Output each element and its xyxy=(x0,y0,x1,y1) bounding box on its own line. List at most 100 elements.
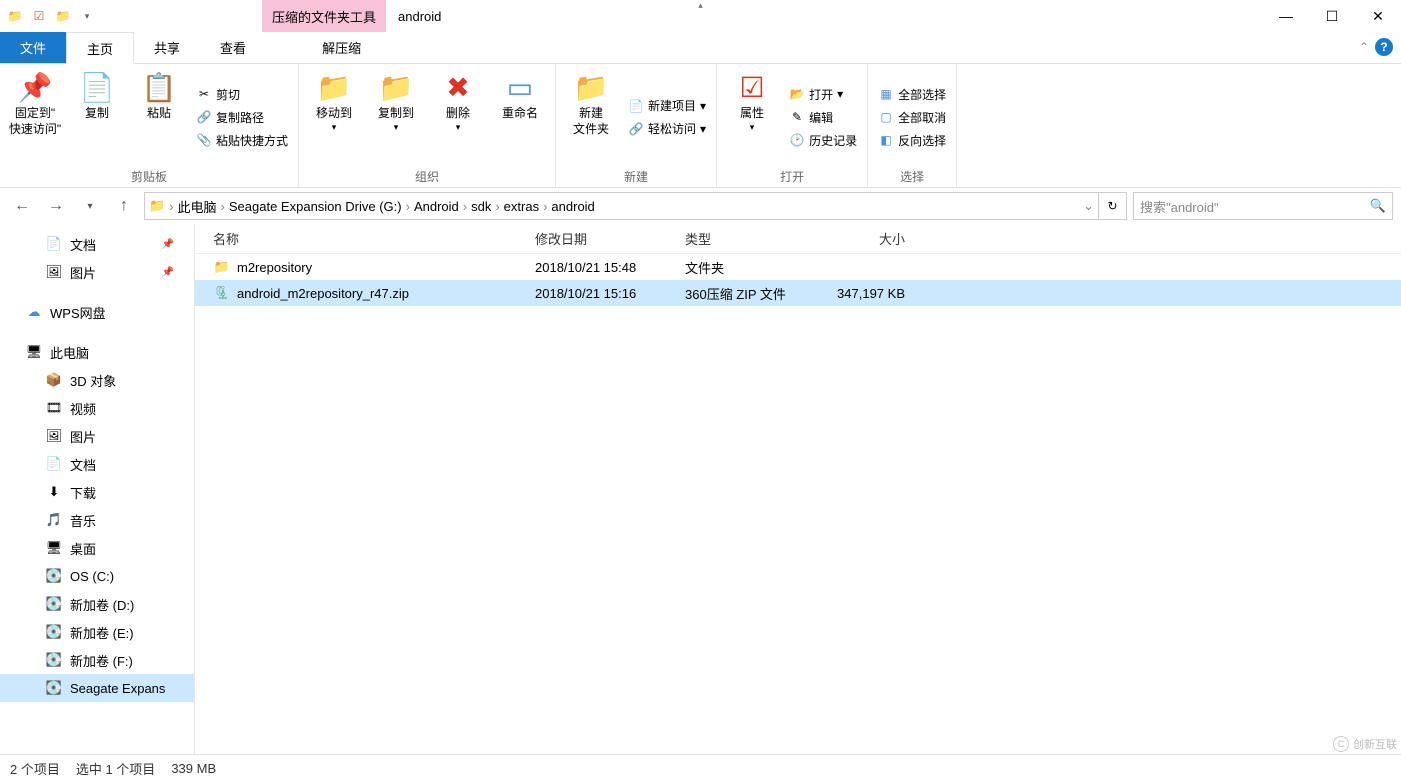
maximize-button[interactable]: ☐ xyxy=(1309,0,1355,32)
sidebar-item-documents[interactable]: 📄文档📌 xyxy=(0,230,194,258)
newfolder-icon: 📁 xyxy=(574,70,609,106)
crumb-extras[interactable]: extras› xyxy=(504,199,548,214)
shortcut-icon: 📎 xyxy=(196,132,212,148)
tab-home[interactable]: 主页 xyxy=(66,32,134,64)
qat-folder[interactable]: 📁 xyxy=(52,5,74,27)
history-button[interactable]: 🕑历史记录 xyxy=(785,130,861,151)
newitem-button[interactable]: 📄新建项目 ▾ xyxy=(624,95,710,116)
col-name[interactable]: 名称▴ xyxy=(195,229,525,248)
address-bar[interactable]: 📁 › 此电脑› Seagate Expansion Drive (G:)› A… xyxy=(144,192,1099,220)
edit-icon: ✎ xyxy=(789,109,805,125)
clipboard-group-label: 剪贴板 xyxy=(6,166,292,185)
copy-label: 复制 xyxy=(85,106,109,122)
address-dropdown[interactable]: ⌄ xyxy=(1083,198,1094,214)
tab-extract[interactable]: 解压缩 xyxy=(286,32,397,63)
open-button[interactable]: 📂打开 ▾ xyxy=(785,84,861,105)
pin-icon: 📌 xyxy=(162,239,174,250)
help-icon[interactable]: ? xyxy=(1375,38,1393,56)
sidebar-item[interactable]: 🖼图片 xyxy=(0,422,194,450)
crumb-current[interactable]: android xyxy=(551,199,594,214)
copyto-button[interactable]: 📁复制到▾ xyxy=(367,68,425,133)
easyaccess-icon: 🔗 xyxy=(628,121,644,137)
column-headers: 名称▴ 修改日期 类型 大小 xyxy=(195,224,1401,254)
titlebar: 📁 ☑ 📁 ▾ 压缩的文件夹工具 android — ☐ ✕ xyxy=(0,0,1401,32)
copy-button[interactable]: 📄 复制 xyxy=(68,68,126,122)
up-button[interactable]: ↑ xyxy=(110,192,138,220)
tab-view[interactable]: 查看 xyxy=(200,32,266,63)
pc-icon: 🖥 xyxy=(26,344,42,360)
back-button[interactable]: ← xyxy=(8,192,36,220)
copy-icon: 📄 xyxy=(80,70,115,106)
sidebar-item[interactable]: ⬇下载 xyxy=(0,478,194,506)
invert-icon: ◧ xyxy=(878,132,894,148)
cut-button[interactable]: ✂剪切 xyxy=(192,84,292,105)
ribbon-collapse-icon[interactable]: ⌃ xyxy=(1359,40,1369,54)
sidebar-item-pictures[interactable]: 🖼图片📌 xyxy=(0,258,194,286)
refresh-button[interactable]: ↻ xyxy=(1099,192,1127,220)
search-icon: 🔍 xyxy=(1370,198,1386,214)
paste-button[interactable]: 📋 粘贴 xyxy=(130,68,188,122)
sidebar-item[interactable]: 🎵音乐 xyxy=(0,506,194,534)
organize-group-label: 组织 xyxy=(305,166,549,185)
watermark: C 创新互联 xyxy=(1333,736,1397,752)
rename-button[interactable]: ▭重命名 xyxy=(491,68,549,122)
cut-icon: ✂ xyxy=(196,86,212,102)
newfolder-button[interactable]: 📁新建 文件夹 xyxy=(562,68,620,137)
pin-label: 固定到" 快速访问" xyxy=(9,106,61,137)
doc-icon: 📄 xyxy=(46,456,62,472)
qat-dropdown[interactable]: ▾ xyxy=(76,5,98,27)
sidebar-item-wps[interactable]: ☁WPS网盘 xyxy=(0,298,194,326)
dl-icon: ⬇ xyxy=(46,484,62,500)
col-date[interactable]: 修改日期 xyxy=(525,229,675,248)
path-icon: 🔗 xyxy=(196,109,212,125)
pin-quickaccess-button[interactable]: 📌 固定到" 快速访问" xyxy=(6,68,64,137)
sidebar-item[interactable]: 💽OS (C:) xyxy=(0,562,194,590)
sidebar-item[interactable]: 📦3D 对象 xyxy=(0,366,194,394)
item-count: 2 个项目 xyxy=(10,759,60,778)
crumb-thispc[interactable]: 此电脑› xyxy=(178,197,225,216)
file-row[interactable]: 🗜android_m2repository_r47.zip2018/10/21 … xyxy=(195,280,1401,306)
ribbon-group-organize: 📁移动到▾ 📁复制到▾ ✖删除▾ ▭重命名 组织 xyxy=(299,64,556,187)
moveto-button[interactable]: 📁移动到▾ xyxy=(305,68,363,133)
ribbon-group-open: ☑属性▾ 📂打开 ▾ ✎编辑 🕑历史记录 打开 xyxy=(717,64,868,187)
col-size[interactable]: 大小 xyxy=(825,229,915,248)
rename-icon: ▭ xyxy=(507,70,533,106)
minimize-button[interactable]: — xyxy=(1263,0,1309,32)
sidebar-item[interactable]: 💽新加卷 (F:) xyxy=(0,646,194,674)
3d-icon: 📦 xyxy=(46,372,62,388)
selectnone-button[interactable]: ▢全部取消 xyxy=(874,107,950,128)
invert-button[interactable]: ◧反向选择 xyxy=(874,130,950,151)
close-button[interactable]: ✕ xyxy=(1355,0,1401,32)
edit-button[interactable]: ✎编辑 xyxy=(785,107,861,128)
qat-checkbox[interactable]: ☑ xyxy=(28,5,50,27)
sidebar-item[interactable]: 🎞视频 xyxy=(0,394,194,422)
paste-shortcut-button[interactable]: 📎粘贴快捷方式 xyxy=(192,130,292,151)
sidebar-item-thispc[interactable]: 🖥此电脑 xyxy=(0,338,194,366)
crumb-drive[interactable]: Seagate Expansion Drive (G:)› xyxy=(229,199,410,214)
tab-share[interactable]: 共享 xyxy=(134,32,200,63)
sidebar-item[interactable]: 📄文档 xyxy=(0,450,194,478)
properties-button[interactable]: ☑属性▾ xyxy=(723,68,781,133)
crumb-sdk[interactable]: sdk› xyxy=(471,199,500,214)
pin-icon: 📌 xyxy=(18,70,53,106)
delete-button[interactable]: ✖删除▾ xyxy=(429,68,487,133)
delete-icon: ✖ xyxy=(446,70,469,106)
col-type[interactable]: 类型 xyxy=(675,229,825,248)
search-input[interactable]: 搜索"android" 🔍 xyxy=(1133,192,1393,220)
selectall-button[interactable]: ▦全部选择 xyxy=(874,84,950,105)
copypath-button[interactable]: 🔗复制路径 xyxy=(192,107,292,128)
sidebar-item[interactable]: 💽Seagate Expans xyxy=(0,674,194,702)
moveto-icon: 📁 xyxy=(317,70,352,106)
tab-file[interactable]: 文件 xyxy=(0,32,66,63)
recent-dropdown[interactable]: ▾ xyxy=(76,192,104,220)
easyaccess-button[interactable]: 🔗轻松访问 ▾ xyxy=(624,118,710,139)
sidebar-item[interactable]: 💽新加卷 (D:) xyxy=(0,590,194,618)
drive-icon: 💽 xyxy=(46,624,62,640)
forward-button[interactable]: → xyxy=(42,192,70,220)
navigation-pane[interactable]: 📄文档📌 🖼图片📌 ☁WPS网盘 🖥此电脑 📦3D 对象🎞视频🖼图片📄文档⬇下载… xyxy=(0,224,195,754)
file-row[interactable]: 📁m2repository2018/10/21 15:48文件夹 xyxy=(195,254,1401,280)
sidebar-item[interactable]: 🖥桌面 xyxy=(0,534,194,562)
crumb-android[interactable]: Android› xyxy=(414,199,467,214)
sidebar-item[interactable]: 💽新加卷 (E:) xyxy=(0,618,194,646)
selectnone-icon: ▢ xyxy=(878,109,894,125)
